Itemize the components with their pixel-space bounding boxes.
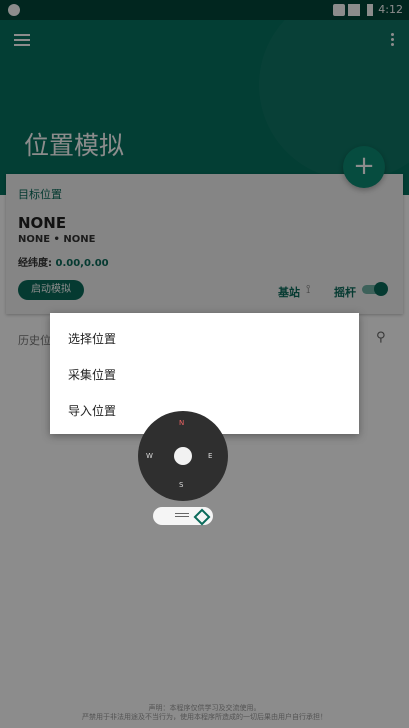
joystick-south[interactable]: S — [179, 481, 183, 489]
menu-item-collect-location[interactable]: 采集位置 — [68, 366, 116, 383]
drag-handle-icon[interactable] — [175, 513, 189, 519]
joystick-pad[interactable]: N S W E — [138, 411, 228, 501]
joystick-west[interactable]: W — [146, 452, 153, 460]
joystick-center[interactable] — [174, 447, 192, 465]
menu-item-import-location[interactable]: 导入位置 — [68, 402, 116, 419]
diamond-icon[interactable] — [193, 508, 211, 526]
joystick-east[interactable]: E — [208, 452, 212, 460]
joystick-handle-bar[interactable] — [153, 507, 213, 526]
joystick-north[interactable]: N — [179, 419, 184, 427]
menu-item-select-location[interactable]: 选择位置 — [68, 330, 116, 347]
